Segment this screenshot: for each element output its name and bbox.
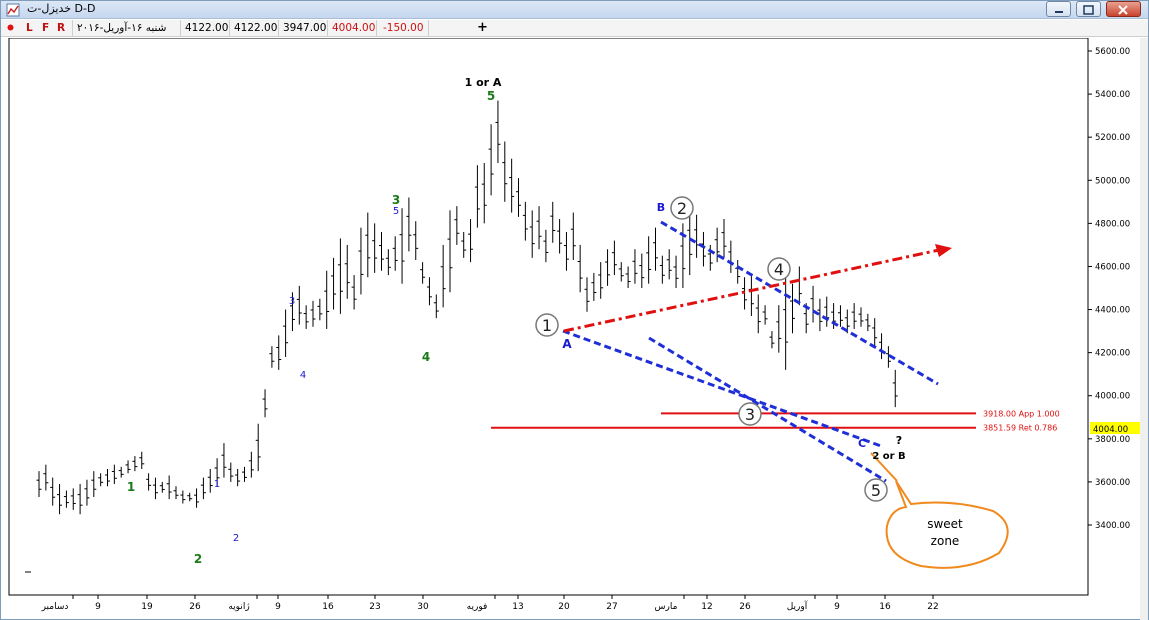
title-bar[interactable]: خدیزل-ت D-D [1,1,1148,19]
wave-label: 2 [194,552,202,566]
quote-high: 4122.00 [234,22,278,34]
y-tick-label: 3600.00 [1095,478,1130,488]
y-tick-label: 3800.00 [1095,435,1130,445]
x-tick-label: 20 [558,602,570,612]
x-tick-label: 12 [701,602,712,612]
wave-label: 1 [127,480,135,494]
y-tick-label: 4200.00 [1095,349,1130,359]
level-label: 3918.00 App 1.000 [983,409,1060,418]
wave-label: 1 or A [465,76,502,89]
wave-label: 1 [214,479,220,490]
chart-app-icon [6,3,20,17]
y-tick-label: 3400.00 [1095,521,1130,531]
y-tick-label: 4000.00 [1095,392,1130,402]
x-tick-label: 16 [322,602,334,612]
x-tick-label: 19 [141,602,153,612]
x-tick-label: 23 [369,602,380,612]
x-tick-label: 26 [189,602,201,612]
x-tick-label: 30 [417,602,429,612]
wave-label: B [657,201,665,214]
circled-wave-label: 5 [871,481,881,500]
chart-window: خدیزل-ت D-D L F R شنبه ۱۶-آوریل-۲۰۱۶ 412… [0,0,1149,620]
x-tick-label: ژانویه [228,602,249,612]
x-tick-label: مارس [655,602,678,612]
wave-label: 2 [233,533,239,544]
callout-line: zone [931,534,960,548]
maximize-icon [1083,5,1094,15]
quote-open: 4122.00 [185,22,229,34]
quote-low: 3947.00 [283,22,327,34]
maximize-button[interactable] [1076,1,1101,17]
close-button[interactable] [1106,1,1141,17]
wave-label: ? [896,434,902,447]
wave-label: 5 [393,206,399,217]
last-price-label: 4004.00 [1093,425,1128,435]
quote-change: -150.00 [383,22,424,34]
wave-label: A [562,337,572,351]
wave-label: 4 [422,350,430,364]
add-indicator-button[interactable]: + [477,20,488,35]
y-tick-label: 4600.00 [1095,262,1130,272]
flag-f-button[interactable]: F [42,22,49,34]
circled-wave-label: 2 [677,199,687,218]
close-icon [1118,5,1128,15]
y-tick-label: 5400.00 [1095,90,1130,100]
x-tick-label: 27 [606,602,617,612]
wave-label: 4 [300,370,306,381]
y-tick-label: 5200.00 [1095,133,1130,143]
circled-wave-label: 4 [774,260,784,279]
x-tick-label: فوریه [467,602,488,612]
x-tick-label: آوریل [787,600,808,612]
quote-date: شنبه ۱۶-آوریل-۲۰۱۶ [77,22,167,34]
x-tick-label: 26 [739,602,751,612]
circled-wave-label: 3 [745,405,755,424]
quote-toolbar: L F R شنبه ۱۶-آوریل-۲۰۱۶ 4122.00 4122.00… [1,20,1148,37]
status-dot-icon [7,24,14,31]
wave-label: C [858,437,866,450]
x-tick-label: 9 [834,602,840,612]
y-tick-label: 5000.00 [1095,176,1130,186]
x-tick-label: دسامبر [41,602,69,612]
wave-label: 3 [392,193,400,207]
x-tick-label: 13 [512,602,523,612]
right-scroll-area [1140,38,1148,620]
price-chart[interactable]: 3400.00 3600.00 3800.00 4000.00 4200.00 4400.… [1,38,1148,620]
callout-line: sweet [927,517,963,531]
quote-close: 4004.00 [332,22,376,34]
wave-label: 3 [289,296,295,307]
minimize-icon [1055,11,1063,13]
flag-l-button[interactable]: L [26,22,33,34]
x-tick-label: 22 [927,602,938,612]
level-label: 3851.59 Ret 0.786 [983,424,1057,433]
window-title: خدیزل-ت D-D [27,2,96,15]
x-tick-label: 16 [879,602,891,612]
y-tick-label: 5600.00 [1095,47,1130,57]
minimize-button[interactable] [1046,1,1071,17]
x-tick-label: 9 [95,602,101,612]
x-tick-label: 9 [275,602,281,612]
y-tick-label: 4800.00 [1095,219,1130,229]
circled-wave-label: 1 [542,316,552,335]
y-tick-label: 4400.00 [1095,306,1130,316]
flag-r-button[interactable]: R [57,22,65,34]
wave-label: 5 [487,89,495,103]
wave-label: 2 or B [872,451,905,462]
